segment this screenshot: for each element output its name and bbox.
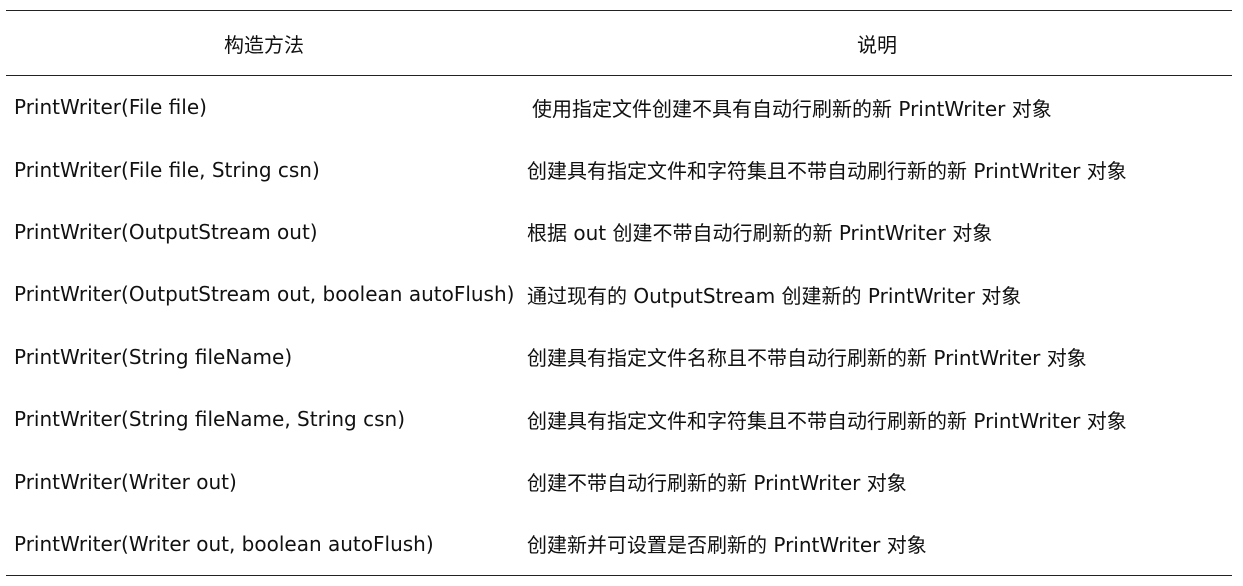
constructor-cell: PrintWriter(OutputStream out, boolean au… <box>14 282 515 307</box>
constructor-table: 构造方法 说明 PrintWriter(File file) 使用指定文件创建不… <box>6 10 1232 577</box>
header-constructor: 构造方法 <box>224 32 304 57</box>
table-row: PrintWriter(File file) 使用指定文件创建不具有自动行刷新的… <box>6 76 1232 138</box>
table-row: PrintWriter(Writer out) 创建不带自动行刷新的新 Prin… <box>6 450 1232 512</box>
table-row: PrintWriter(Writer out, boolean autoFlus… <box>6 513 1232 575</box>
table-row: PrintWriter(OutputStream out, boolean au… <box>6 263 1232 325</box>
constructor-cell: PrintWriter(File file, String csn) <box>14 157 320 182</box>
description-cell: 创建具有指定文件和字符集且不带自动行刷新的新 PrintWriter 对象 <box>527 408 1127 433</box>
constructor-cell: PrintWriter(Writer out, boolean autoFlus… <box>14 531 434 556</box>
constructor-cell: PrintWriter(Writer out) <box>14 469 237 494</box>
description-cell: 通过现有的 OutputStream 创建新的 PrintWriter 对象 <box>527 283 1022 308</box>
table-row: PrintWriter(OutputStream out) 根据 out 创建不… <box>6 201 1232 263</box>
description-cell: 创建新并可设置是否刷新的 PrintWriter 对象 <box>527 533 927 558</box>
constructor-cell: PrintWriter(File file) <box>14 95 207 120</box>
description-cell: 创建不带自动行刷新的新 PrintWriter 对象 <box>527 471 907 496</box>
table-header: 构造方法 说明 <box>6 11 1232 76</box>
header-description: 说明 <box>857 32 897 57</box>
description-cell: 使用指定文件创建不具有自动行刷新的新 PrintWriter 对象 <box>532 96 1052 121</box>
description-cell: 创建具有指定文件和字符集且不带自动刷行新的新 PrintWriter 对象 <box>527 159 1127 184</box>
constructor-cell: PrintWriter(String fileName) <box>14 344 293 369</box>
constructor-cell: PrintWriter(OutputStream out) <box>14 219 318 244</box>
description-cell: 根据 out 创建不带自动行刷新的新 PrintWriter 对象 <box>527 221 993 246</box>
constructor-cell: PrintWriter(String fileName, String csn) <box>14 407 405 432</box>
table-row: PrintWriter(File file, String csn) 创建具有指… <box>6 138 1232 200</box>
description-cell: 创建具有指定文件名称且不带自动行刷新的新 PrintWriter 对象 <box>527 346 1087 371</box>
table-row: PrintWriter(String fileName, String csn)… <box>6 388 1232 450</box>
table-row: PrintWriter(String fileName) 创建具有指定文件名称且… <box>6 326 1232 388</box>
